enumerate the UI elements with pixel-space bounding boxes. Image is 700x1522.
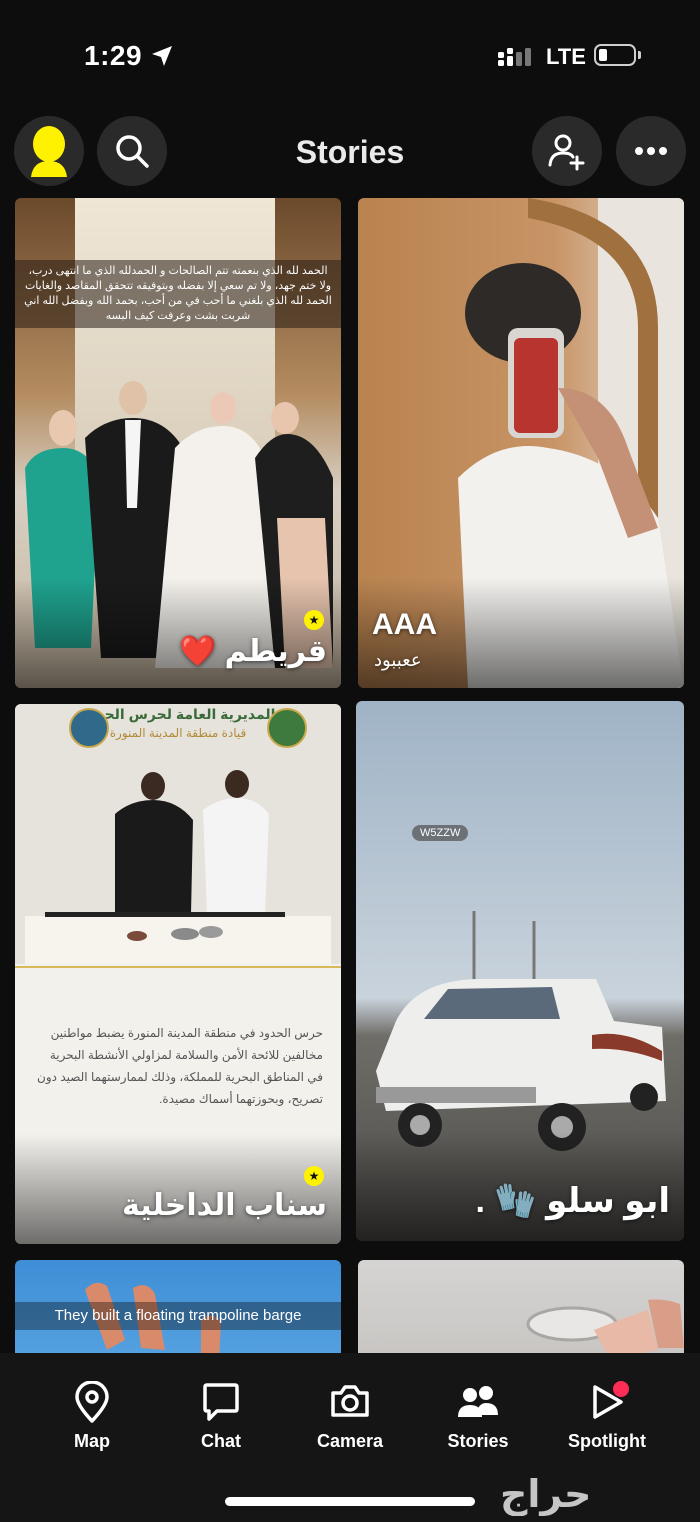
- story-card[interactable]: المديرية العامة لحرس الحدود قيادة منطقة …: [15, 704, 341, 1244]
- stories-header: Stories: [0, 110, 700, 198]
- status-time: 1:29: [84, 40, 143, 71]
- add-friend-button[interactable]: [532, 116, 602, 186]
- story-card[interactable]: They built a floating trampoline barge: [15, 1260, 341, 1353]
- story-card[interactable]: الحمد لله الذي بنعمته تتم الصالحات و الح…: [15, 198, 341, 688]
- nav-camera[interactable]: Camera: [295, 1381, 405, 1452]
- status-bar: 1:29 LTE: [0, 0, 700, 110]
- nav-spotlight[interactable]: Spotlight: [552, 1381, 662, 1452]
- location-arrow-icon: [152, 46, 172, 66]
- divider: [15, 966, 341, 968]
- home-indicator[interactable]: [225, 1497, 475, 1506]
- story-photo: المديرية العامة لحرس الحدود قيادة منطقة …: [15, 704, 341, 964]
- watermark-logo: حراج: [500, 1474, 592, 1516]
- story-caption: They built a floating trampoline barge: [15, 1302, 341, 1330]
- agency-logo-icon: [69, 708, 109, 748]
- stories-friends-icon: [458, 1386, 498, 1417]
- story-name: ابو سلو: [546, 1182, 670, 1220]
- story-name: AAA: [372, 608, 437, 641]
- network-type: LTE: [546, 44, 586, 69]
- heart-emoji: ❤️: [178, 635, 217, 668]
- more-dots-icon: [635, 147, 667, 155]
- nav-label: Stories: [447, 1431, 509, 1451]
- spotlight-play-icon: [593, 1381, 629, 1419]
- story-title: قريطم ❤️: [179, 634, 327, 669]
- story-caption: الحمد لله الذي بنعمته تتم الصالحات و الح…: [15, 260, 341, 328]
- chat-bubble-icon: [203, 1383, 239, 1421]
- nav-label: Spotlight: [568, 1431, 646, 1451]
- camera-icon: [331, 1385, 369, 1417]
- more-options-button[interactable]: [616, 116, 686, 186]
- story-image: [526, 1299, 684, 1353]
- nav-label: Chat: [201, 1431, 241, 1451]
- battery-icon: [594, 44, 641, 66]
- story-name: سناب الداخلية: [122, 1189, 327, 1222]
- story-body-text: حرس الحدود في منطقة المدينة المنورة يضبط…: [37, 1026, 323, 1106]
- nav-map[interactable]: Map: [37, 1381, 147, 1452]
- add-friend-icon: [548, 134, 585, 171]
- verified-star-icon: ★: [304, 1166, 324, 1186]
- nav-chat[interactable]: Chat: [166, 1381, 276, 1452]
- story-subtitle: ععببود: [374, 650, 422, 670]
- verified-star-icon: ★: [304, 610, 324, 630]
- story-card[interactable]: W5ZZW ابو سلو 🧤 .: [356, 701, 684, 1241]
- glove-emoji: 🧤: [494, 1182, 537, 1220]
- story-shade: [15, 578, 341, 688]
- story-card[interactable]: [358, 1260, 684, 1353]
- saudi-emblem-icon: [267, 708, 307, 748]
- nav-stories[interactable]: Stories: [423, 1381, 533, 1452]
- story-image: [25, 770, 331, 964]
- nav-label: Map: [74, 1431, 110, 1451]
- story-title: ابو سلو 🧤 .: [475, 1181, 670, 1221]
- story-card[interactable]: AAA ععببود: [358, 198, 684, 688]
- story-name: قريطم: [224, 635, 327, 668]
- map-pin-icon: [75, 1381, 109, 1423]
- story-dot: .: [475, 1182, 485, 1220]
- nav-label: Camera: [316, 1431, 384, 1451]
- location-tag: W5ZZW: [412, 825, 469, 841]
- signal-strength-icon: [498, 48, 531, 66]
- stories-grid: الحمد لله الذي بنعمته تتم الصالحات و الح…: [0, 198, 700, 1353]
